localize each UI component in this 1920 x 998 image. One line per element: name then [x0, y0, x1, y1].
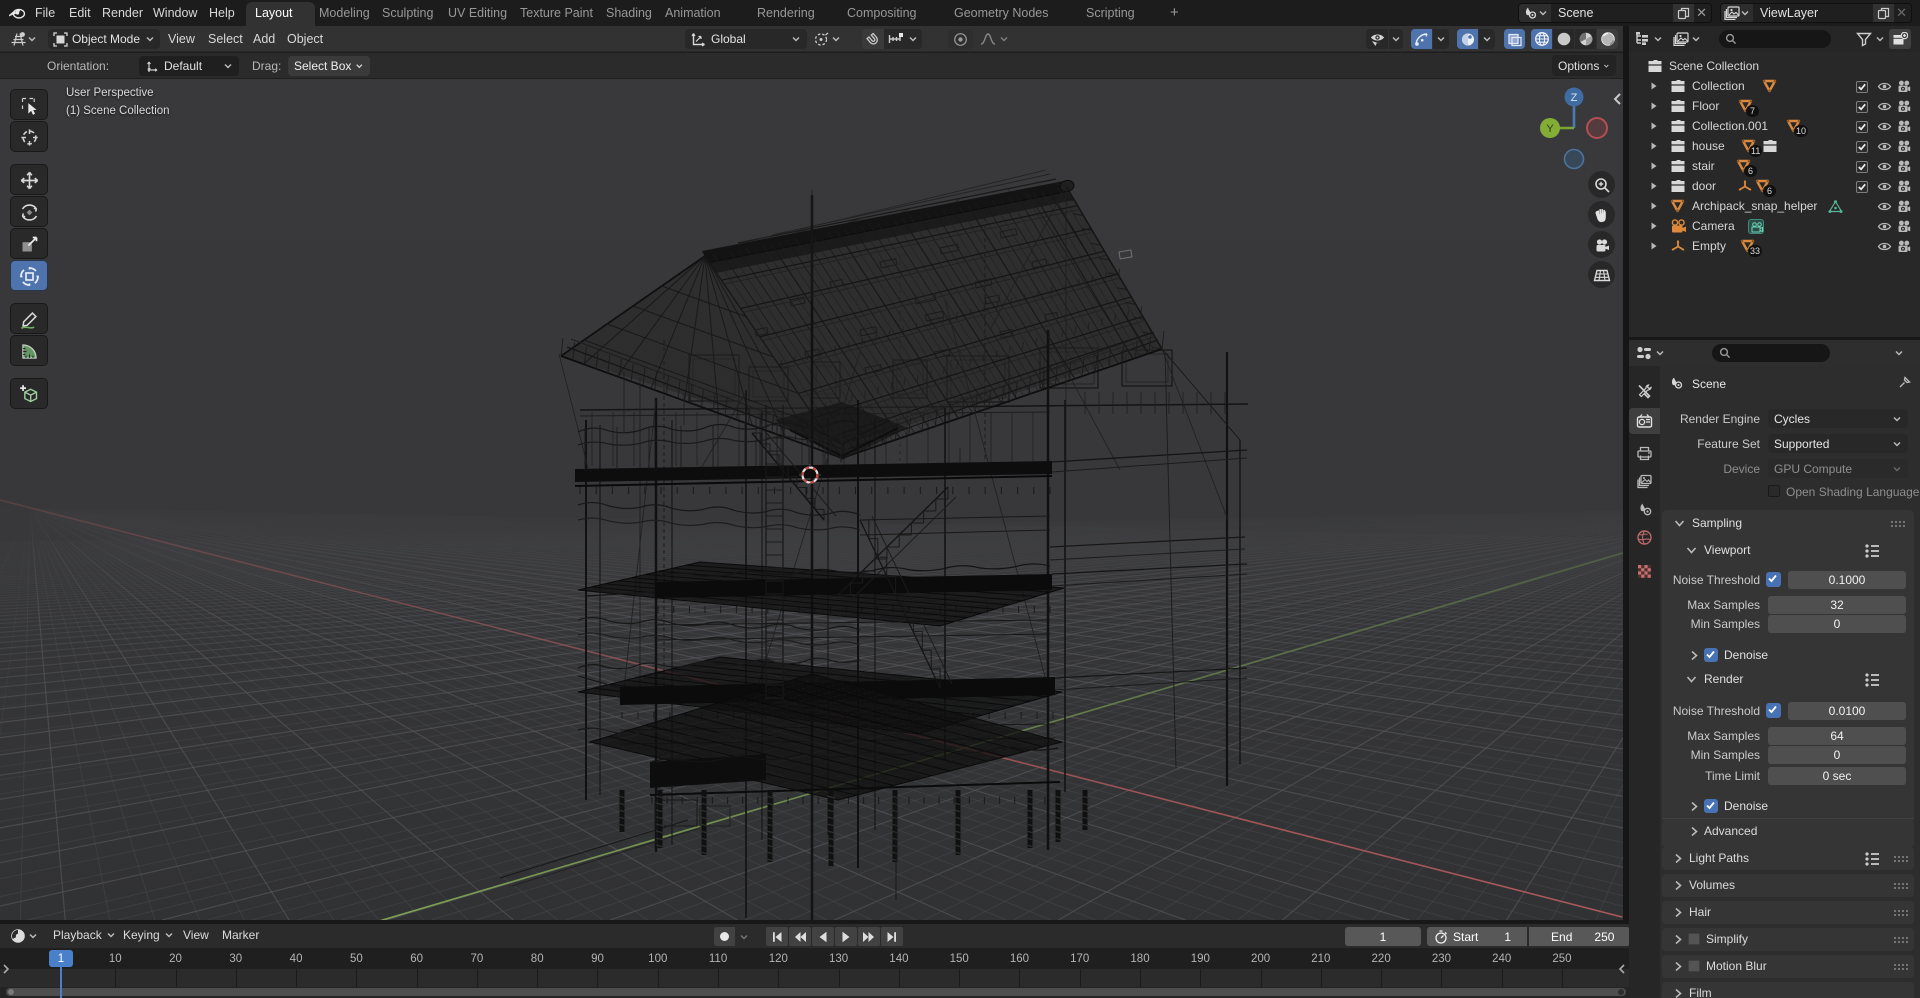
svg-text:Z: Z [1571, 92, 1578, 104]
svg-text:Y: Y [1546, 123, 1554, 135]
